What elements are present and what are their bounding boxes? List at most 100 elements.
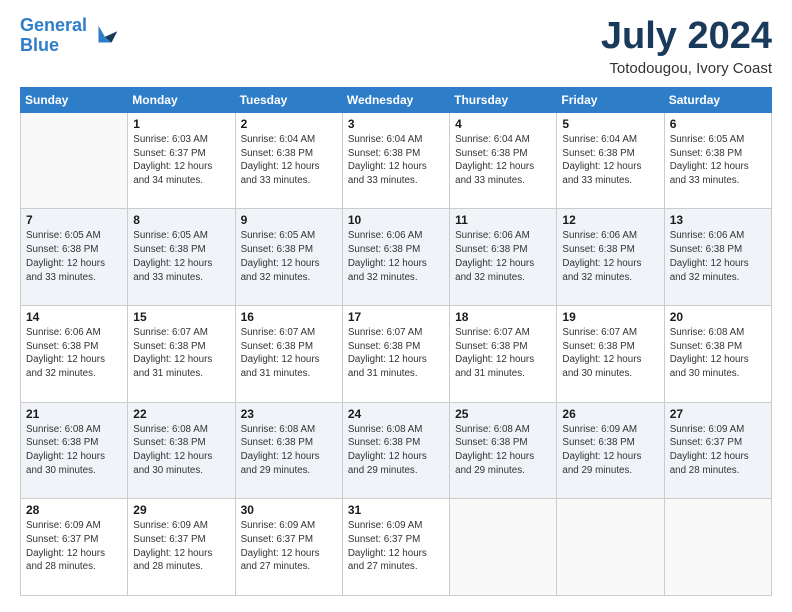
calendar-cell: 20 Sunrise: 6:08 AMSunset: 6:38 PMDayligh… bbox=[664, 306, 771, 403]
day-info: Sunrise: 6:09 AMSunset: 6:37 PMDaylight:… bbox=[133, 519, 229, 574]
day-info: Sunrise: 6:09 AMSunset: 6:37 PMDaylight:… bbox=[241, 519, 337, 574]
day-number: 25 bbox=[455, 407, 551, 421]
day-number: 15 bbox=[133, 310, 229, 324]
calendar-cell: 14 Sunrise: 6:06 AMSunset: 6:38 PMDayligh… bbox=[21, 306, 128, 403]
day-number: 1 bbox=[133, 117, 229, 131]
day-info: Sunrise: 6:04 AMSunset: 6:38 PMDaylight:… bbox=[562, 133, 658, 188]
day-number: 31 bbox=[348, 503, 444, 517]
day-info: Sunrise: 6:08 AMSunset: 6:38 PMDaylight:… bbox=[670, 326, 766, 381]
day-info: Sunrise: 6:09 AMSunset: 6:37 PMDaylight:… bbox=[670, 423, 766, 478]
logo-text: General Blue bbox=[20, 16, 87, 56]
day-info: Sunrise: 6:06 AMSunset: 6:38 PMDaylight:… bbox=[670, 229, 766, 284]
location: Totodougou, Ivory Coast bbox=[601, 60, 772, 77]
weekday-header: Tuesday bbox=[235, 87, 342, 112]
day-info: Sunrise: 6:07 AMSunset: 6:38 PMDaylight:… bbox=[348, 326, 444, 381]
day-number: 24 bbox=[348, 407, 444, 421]
day-number: 5 bbox=[562, 117, 658, 131]
month-year: July 2024 bbox=[601, 16, 772, 58]
day-number: 7 bbox=[26, 213, 122, 227]
calendar-cell: 13Sunrise: 6:06 AMSunset: 6:38 PMDayligh… bbox=[664, 209, 771, 306]
day-info: Sunrise: 6:06 AMSunset: 6:38 PMDaylight:… bbox=[455, 229, 551, 284]
calendar-cell: 3 Sunrise: 6:04 AMSunset: 6:38 PMDaylight… bbox=[342, 112, 449, 209]
day-info: Sunrise: 6:05 AMSunset: 6:38 PMDaylight:… bbox=[670, 133, 766, 188]
calendar-cell: 8 Sunrise: 6:05 AMSunset: 6:38 PMDaylight… bbox=[128, 209, 235, 306]
day-info: Sunrise: 6:05 AMSunset: 6:38 PMDaylight:… bbox=[26, 229, 122, 284]
day-number: 18 bbox=[455, 310, 551, 324]
day-number: 12 bbox=[562, 213, 658, 227]
day-number: 27 bbox=[670, 407, 766, 421]
calendar-cell: 5 Sunrise: 6:04 AMSunset: 6:38 PMDaylight… bbox=[557, 112, 664, 209]
day-info: Sunrise: 6:04 AMSunset: 6:38 PMDaylight:… bbox=[348, 133, 444, 188]
day-number: 23 bbox=[241, 407, 337, 421]
day-number: 22 bbox=[133, 407, 229, 421]
day-info: Sunrise: 6:05 AMSunset: 6:38 PMDaylight:… bbox=[241, 229, 337, 284]
calendar-cell: 23 Sunrise: 6:08 AMSunset: 6:38 PMDayligh… bbox=[235, 402, 342, 499]
day-info: Sunrise: 6:06 AMSunset: 6:38 PMDaylight:… bbox=[26, 326, 122, 381]
day-info: Sunrise: 6:08 AMSunset: 6:38 PMDaylight:… bbox=[348, 423, 444, 478]
calendar-cell: 11 Sunrise: 6:06 AMSunset: 6:38 PMDayligh… bbox=[450, 209, 557, 306]
day-number: 30 bbox=[241, 503, 337, 517]
day-info: Sunrise: 6:08 AMSunset: 6:38 PMDaylight:… bbox=[26, 423, 122, 478]
calendar-table: SundayMondayTuesdayWednesdayThursdayFrid… bbox=[20, 87, 772, 596]
title-block: July 2024 Totodougou, Ivory Coast bbox=[601, 16, 772, 77]
day-number: 16 bbox=[241, 310, 337, 324]
day-number: 17 bbox=[348, 310, 444, 324]
calendar-cell: 18Sunrise: 6:07 AMSunset: 6:38 PMDayligh… bbox=[450, 306, 557, 403]
day-info: Sunrise: 6:08 AMSunset: 6:38 PMDaylight:… bbox=[241, 423, 337, 478]
day-info: Sunrise: 6:06 AMSunset: 6:38 PMDaylight:… bbox=[348, 229, 444, 284]
logo: General Blue bbox=[20, 16, 119, 56]
day-number: 11 bbox=[455, 213, 551, 227]
calendar-cell: 25 Sunrise: 6:08 AMSunset: 6:38 PMDayligh… bbox=[450, 402, 557, 499]
calendar-cell bbox=[21, 112, 128, 209]
calendar-cell: 27 Sunrise: 6:09 AMSunset: 6:37 PMDayligh… bbox=[664, 402, 771, 499]
day-info: Sunrise: 6:08 AMSunset: 6:38 PMDaylight:… bbox=[455, 423, 551, 478]
calendar-cell: 7 Sunrise: 6:05 AMSunset: 6:38 PMDaylight… bbox=[21, 209, 128, 306]
calendar-cell: 22 Sunrise: 6:08 AMSunset: 6:38 PMDayligh… bbox=[128, 402, 235, 499]
day-number: 3 bbox=[348, 117, 444, 131]
calendar-cell: 30 Sunrise: 6:09 AMSunset: 6:37 PMDayligh… bbox=[235, 499, 342, 596]
weekday-header: Sunday bbox=[21, 87, 128, 112]
calendar-cell: 2Sunrise: 6:04 AMSunset: 6:38 PMDaylight… bbox=[235, 112, 342, 209]
day-number: 6 bbox=[670, 117, 766, 131]
day-info: Sunrise: 6:09 AMSunset: 6:37 PMDaylight:… bbox=[26, 519, 122, 574]
day-info: Sunrise: 6:05 AMSunset: 6:38 PMDaylight:… bbox=[133, 229, 229, 284]
calendar-cell bbox=[450, 499, 557, 596]
calendar-cell: 15Sunrise: 6:07 AMSunset: 6:38 PMDayligh… bbox=[128, 306, 235, 403]
calendar-cell: 28Sunrise: 6:09 AMSunset: 6:37 PMDayligh… bbox=[21, 499, 128, 596]
weekday-header: Saturday bbox=[664, 87, 771, 112]
day-info: Sunrise: 6:07 AMSunset: 6:38 PMDaylight:… bbox=[241, 326, 337, 381]
day-number: 4 bbox=[455, 117, 551, 131]
calendar-cell: 12Sunrise: 6:06 AMSunset: 6:38 PMDayligh… bbox=[557, 209, 664, 306]
calendar-week-row: 1 Sunrise: 6:03 AMSunset: 6:37 PMDaylight… bbox=[21, 112, 772, 209]
day-info: Sunrise: 6:03 AMSunset: 6:37 PMDaylight:… bbox=[133, 133, 229, 188]
day-number: 2 bbox=[241, 117, 337, 131]
logo-line2: Blue bbox=[20, 35, 59, 55]
calendar-cell: 26Sunrise: 6:09 AMSunset: 6:38 PMDayligh… bbox=[557, 402, 664, 499]
day-info: Sunrise: 6:08 AMSunset: 6:38 PMDaylight:… bbox=[133, 423, 229, 478]
day-number: 20 bbox=[670, 310, 766, 324]
weekday-header-row: SundayMondayTuesdayWednesdayThursdayFrid… bbox=[21, 87, 772, 112]
weekday-header: Wednesday bbox=[342, 87, 449, 112]
calendar-cell bbox=[664, 499, 771, 596]
logo-icon bbox=[91, 22, 119, 50]
day-number: 14 bbox=[26, 310, 122, 324]
page: General Blue July 2024 Totodougou, Ivory… bbox=[0, 0, 792, 612]
day-info: Sunrise: 6:09 AMSunset: 6:38 PMDaylight:… bbox=[562, 423, 658, 478]
calendar-cell: 9 Sunrise: 6:05 AMSunset: 6:38 PMDaylight… bbox=[235, 209, 342, 306]
weekday-header: Friday bbox=[557, 87, 664, 112]
calendar-week-row: 21Sunrise: 6:08 AMSunset: 6:38 PMDayligh… bbox=[21, 402, 772, 499]
day-number: 19 bbox=[562, 310, 658, 324]
calendar-cell bbox=[557, 499, 664, 596]
header: General Blue July 2024 Totodougou, Ivory… bbox=[20, 16, 772, 77]
calendar-week-row: 14 Sunrise: 6:06 AMSunset: 6:38 PMDayligh… bbox=[21, 306, 772, 403]
calendar-cell: 1 Sunrise: 6:03 AMSunset: 6:37 PMDaylight… bbox=[128, 112, 235, 209]
calendar-week-row: 28Sunrise: 6:09 AMSunset: 6:37 PMDayligh… bbox=[21, 499, 772, 596]
weekday-header: Monday bbox=[128, 87, 235, 112]
calendar-cell: 10 Sunrise: 6:06 AMSunset: 6:38 PMDayligh… bbox=[342, 209, 449, 306]
day-number: 8 bbox=[133, 213, 229, 227]
day-number: 10 bbox=[348, 213, 444, 227]
calendar-cell: 21Sunrise: 6:08 AMSunset: 6:38 PMDayligh… bbox=[21, 402, 128, 499]
calendar-cell: 16 Sunrise: 6:07 AMSunset: 6:38 PMDayligh… bbox=[235, 306, 342, 403]
day-number: 9 bbox=[241, 213, 337, 227]
day-info: Sunrise: 6:04 AMSunset: 6:38 PMDaylight:… bbox=[455, 133, 551, 188]
